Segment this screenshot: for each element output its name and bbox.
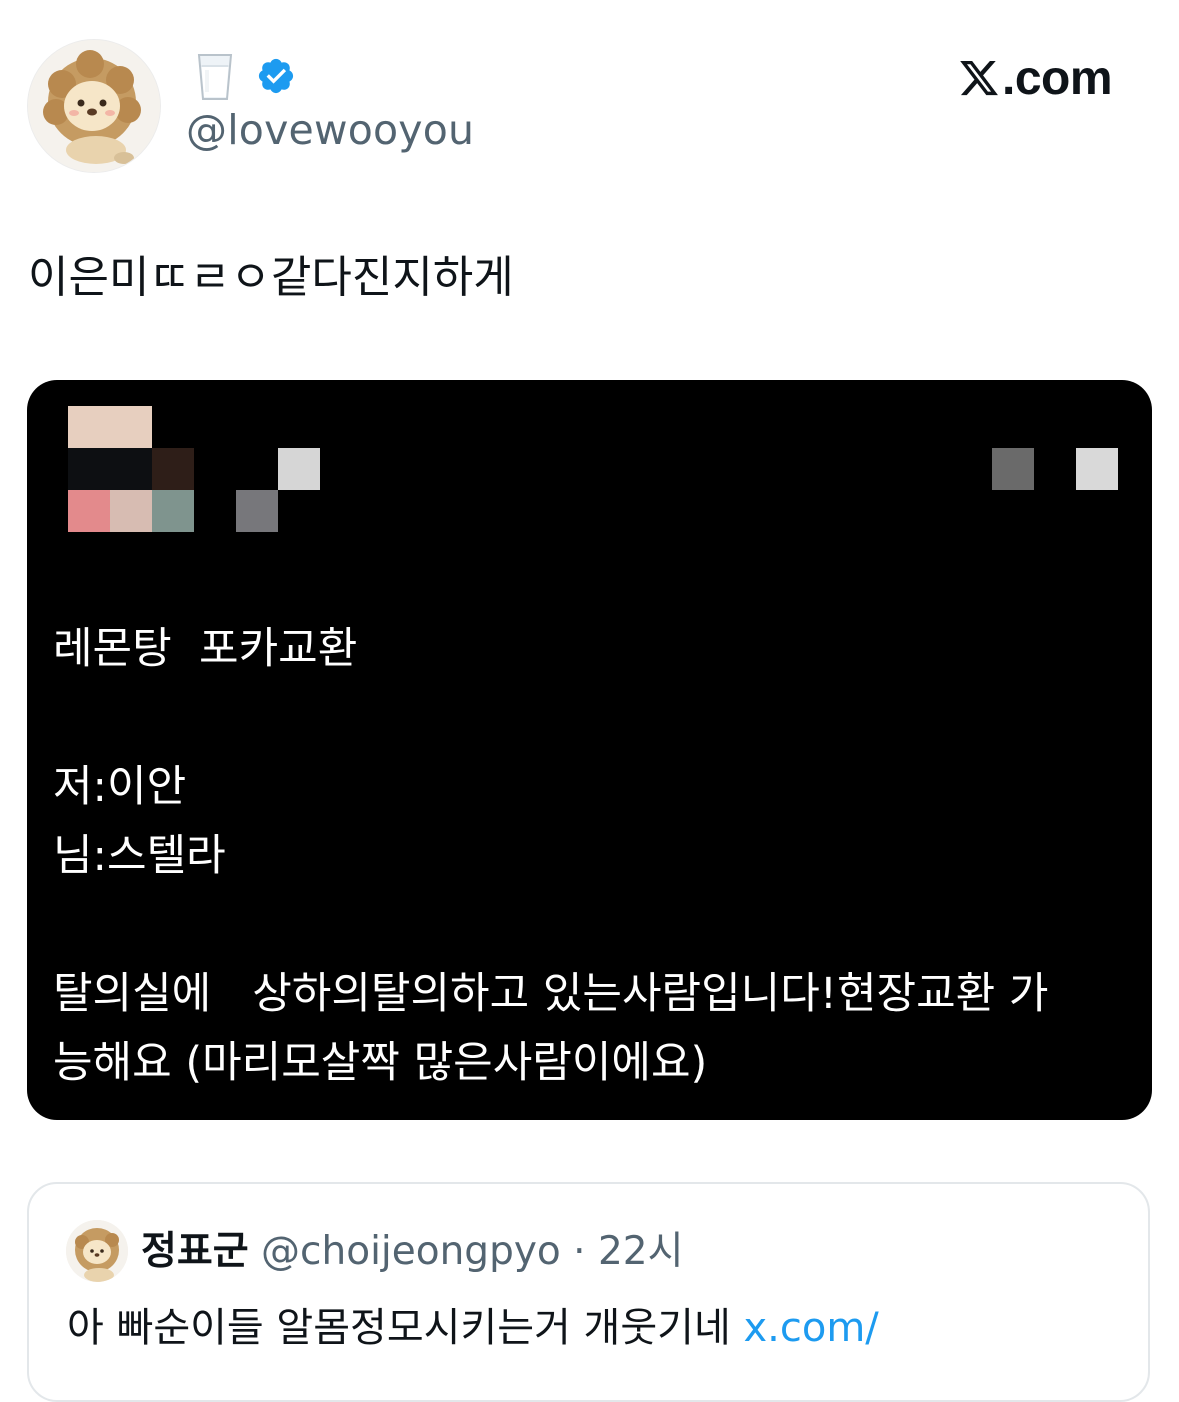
x-logo-icon (960, 60, 998, 96)
media-title-line: 레몬탕 포카교환 (53, 624, 358, 674)
media-line-desc-1: 탈의실에 상하의탈의하고 있는사람입니다!현장교환 가 (53, 969, 1049, 1019)
media-line-mine: 저:이안 (53, 762, 187, 812)
quoted-tweet-meta: 정표군 @choijeongpyo · 22시 (141, 1224, 683, 1280)
lion-avatar-icon (28, 40, 160, 172)
quoted-tweet[interactable]: 정표군 @choijeongpyo · 22시 아 빠순이들 알몸정모시키는거 … (27, 1182, 1150, 1402)
tweet-media-image[interactable]: 레몬탕 포카교환 저:이안 님:스텔라 탈의실에 상하의탈의하고 있는사람입니다… (27, 380, 1152, 1120)
quoted-tweet-link[interactable]: x.com/ (743, 1305, 878, 1351)
tweet-text: 이은미ㄸㄹㅇ같다진지하게 (28, 252, 514, 303)
site-label: .com (958, 50, 1113, 106)
quoted-author-name[interactable]: 정표군 (141, 1229, 249, 1274)
site-domain-text: .com (1002, 51, 1113, 105)
meta-separator: · (560, 1229, 598, 1274)
quoted-tweet-text: 아 빠순이들 알몸정모시키는거 개웃기네 x.com/ (67, 1298, 879, 1358)
media-line-desc-2: 능해요 (마리모살짝 많은사람이에요) (53, 1038, 708, 1088)
media-line-yours: 님:스텔라 (53, 831, 226, 881)
author-avatar[interactable] (27, 39, 161, 173)
quoted-tweet-time[interactable]: 22시 (598, 1229, 684, 1274)
milk-glass-emoji (197, 54, 233, 100)
quoted-author-handle[interactable]: @choijeongpyo (261, 1229, 561, 1274)
quoted-tweet-body: 아 빠순이들 알몸정모시키는거 개웃기네 (67, 1305, 744, 1351)
author-handle[interactable]: @lovewooyou (186, 106, 474, 154)
lion-avatar-icon (66, 1220, 128, 1282)
verified-badge-icon (258, 58, 294, 94)
quoted-author-avatar[interactable] (66, 1220, 128, 1282)
